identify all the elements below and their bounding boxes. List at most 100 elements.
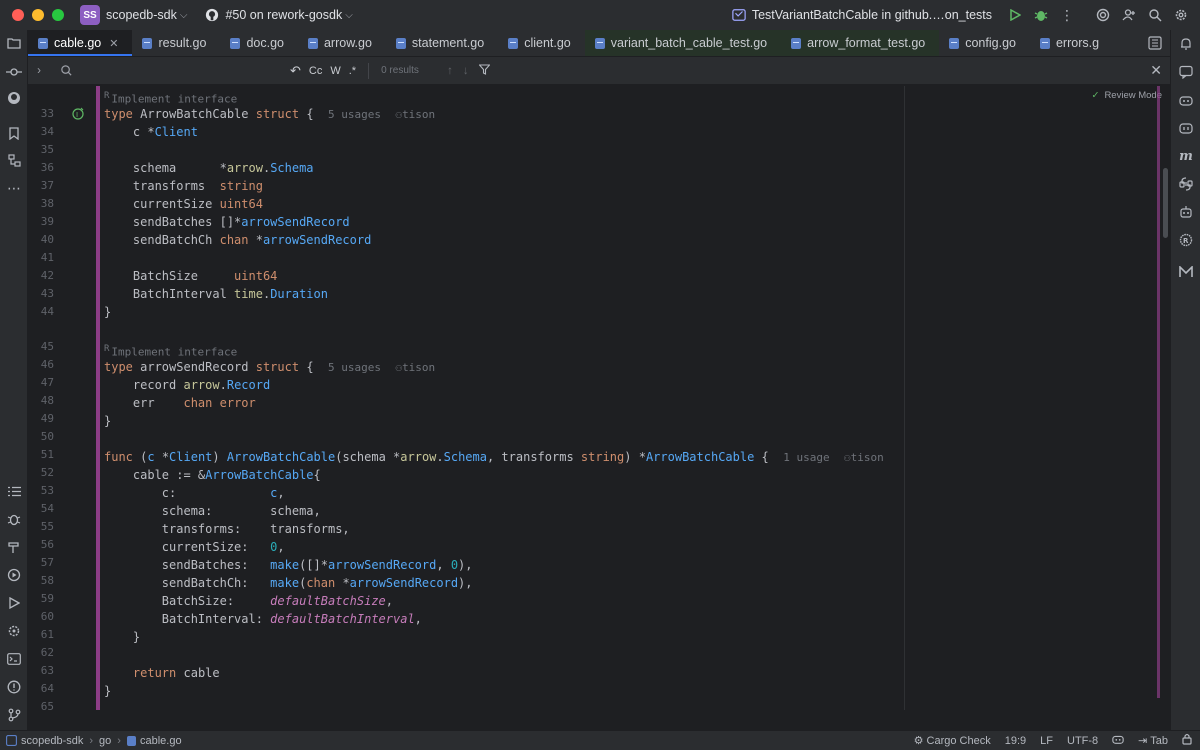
tab-statement-go[interactable]: statement.go bbox=[386, 30, 498, 56]
debug-tool-button[interactable] bbox=[4, 509, 24, 529]
search-everywhere-button[interactable] bbox=[1142, 2, 1168, 28]
commit-tool-button[interactable] bbox=[4, 62, 24, 82]
more-tools-button[interactable]: ⋯ bbox=[4, 178, 24, 198]
settings-button[interactable] bbox=[1168, 2, 1194, 28]
code-editor[interactable]: 33 34 35 36 37 38 39 40 41 42 43 44 45 46 47 48 49 50 51 52… bbox=[28, 86, 1170, 710]
author-hint[interactable]: ⚇tison bbox=[844, 451, 884, 464]
ai-chat-button[interactable] bbox=[1176, 62, 1196, 82]
markdown-button[interactable] bbox=[1176, 262, 1196, 282]
services-tool-button[interactable] bbox=[4, 565, 24, 585]
line-number: 42 bbox=[40, 269, 54, 282]
line-number: 60 bbox=[40, 610, 54, 623]
usages-hint[interactable]: 5 usages bbox=[328, 108, 381, 121]
close-tab-icon[interactable]: ✕ bbox=[109, 37, 118, 50]
maximize-window-button[interactable] bbox=[52, 9, 64, 21]
todo-tool-button[interactable] bbox=[4, 481, 24, 501]
project-tool-button[interactable] bbox=[4, 33, 24, 53]
code-line: c *Client bbox=[104, 125, 198, 139]
indent-widget[interactable]: ⇥ Tab bbox=[1138, 734, 1168, 747]
tab-config-go[interactable]: config.go bbox=[939, 30, 1030, 56]
lock-status-button[interactable] bbox=[1182, 733, 1192, 748]
implementations-gutter-icon[interactable]: I bbox=[72, 107, 85, 120]
find-input[interactable] bbox=[77, 63, 247, 78]
file-encoding[interactable]: UTF-8 bbox=[1067, 735, 1098, 747]
tab-arrow-go[interactable]: arrow.go bbox=[298, 30, 386, 56]
run-tool-button[interactable] bbox=[4, 593, 24, 613]
pull-requests-tool-button[interactable] bbox=[4, 88, 24, 108]
reset-find-button[interactable]: ↶ bbox=[290, 63, 301, 79]
code-line: transforms: transforms, bbox=[104, 522, 350, 536]
next-occurrence-button[interactable]: ↓ bbox=[463, 65, 469, 77]
filter-button[interactable] bbox=[477, 63, 491, 78]
project-badge: SS bbox=[80, 5, 100, 25]
bookmarks-tool-button[interactable] bbox=[4, 123, 24, 143]
line-number: 36 bbox=[40, 161, 54, 174]
line-number: 63 bbox=[40, 664, 54, 677]
whole-word-toggle[interactable]: W bbox=[330, 65, 340, 77]
implement-interface-hint[interactable]: R Implement interface bbox=[104, 87, 237, 106]
problems-tool-button[interactable] bbox=[4, 677, 24, 697]
copilot-chat-button[interactable] bbox=[1176, 118, 1196, 138]
add-user-button[interactable] bbox=[1116, 2, 1142, 28]
copilot-button[interactable] bbox=[1176, 90, 1196, 110]
terminal-tool-button[interactable] bbox=[4, 649, 24, 669]
breadcrumb-dir[interactable]: go bbox=[99, 735, 111, 747]
run-button[interactable] bbox=[1002, 2, 1028, 28]
tab-result-go[interactable]: result.go bbox=[132, 30, 220, 56]
match-case-toggle[interactable]: Cc bbox=[309, 65, 322, 77]
code-line: return cable bbox=[132, 666, 220, 680]
code-line: currentSize: 0, bbox=[104, 540, 285, 554]
author-hint[interactable]: ⚇tison bbox=[395, 361, 435, 374]
tab-errors-g[interactable]: errors.g bbox=[1030, 30, 1113, 56]
spiral-icon bbox=[1096, 8, 1110, 22]
problems-icon bbox=[7, 680, 21, 694]
right-margin-guide bbox=[904, 86, 905, 710]
line-number: 37 bbox=[40, 179, 54, 192]
review-mode-toggle[interactable]: ✓ Review Mode bbox=[1091, 90, 1162, 101]
implement-interface-hint[interactable]: R Implement interface bbox=[104, 340, 237, 359]
tab-label: client.go bbox=[524, 36, 571, 50]
git-tool-button[interactable] bbox=[4, 705, 24, 725]
rust-button[interactable]: R bbox=[1176, 230, 1196, 250]
tab-menu-button[interactable] bbox=[1140, 30, 1170, 57]
line-separator[interactable]: LF bbox=[1040, 735, 1053, 747]
line-number: 43 bbox=[40, 287, 54, 300]
plugins-tool-button[interactable] bbox=[4, 621, 24, 641]
tab-cable-go[interactable]: cable.go ✕ bbox=[28, 30, 133, 56]
regex-toggle[interactable]: .* bbox=[349, 65, 356, 77]
tab-doc-go[interactable]: doc.go bbox=[220, 30, 298, 56]
copilot-status-button[interactable] bbox=[1112, 733, 1124, 748]
build-tool-button[interactable] bbox=[4, 537, 24, 557]
debug-button[interactable] bbox=[1028, 2, 1054, 28]
python-console-button[interactable] bbox=[1176, 174, 1196, 194]
tab-arrow-format-test-go[interactable]: arrow_format_test.go bbox=[781, 30, 940, 56]
project-selector[interactable]: SS scopedb-sdk ⌵ bbox=[80, 5, 187, 25]
vertical-scrollbar[interactable] bbox=[1163, 168, 1168, 238]
tab-client-go[interactable]: client.go bbox=[498, 30, 585, 56]
go-file-icon bbox=[1039, 37, 1050, 49]
notifications-button[interactable] bbox=[1176, 34, 1196, 54]
assistant-button[interactable] bbox=[1176, 202, 1196, 222]
status-bar: scopedb-sdk › go › cable.go ⚙ Cargo Chec… bbox=[0, 730, 1200, 750]
author-hint[interactable]: ⚇tison bbox=[395, 108, 435, 121]
ai-assistant-button[interactable] bbox=[1090, 2, 1116, 28]
close-window-button[interactable] bbox=[12, 9, 24, 21]
structure-tool-button[interactable] bbox=[4, 150, 24, 170]
close-find-button[interactable]: ✕ bbox=[1150, 62, 1162, 79]
minimize-window-button[interactable] bbox=[32, 9, 44, 21]
breadcrumb-project[interactable]: scopedb-sdk bbox=[21, 735, 83, 747]
line-number: 52 bbox=[40, 466, 54, 479]
expand-replace-button[interactable]: › bbox=[28, 65, 50, 77]
cargo-check-widget[interactable]: ⚙ Cargo Check bbox=[914, 734, 991, 747]
breadcrumb-file[interactable]: cable.go bbox=[140, 735, 182, 747]
more-actions-button[interactable]: ⋮ bbox=[1054, 2, 1080, 28]
caret-position[interactable]: 19:9 bbox=[1005, 735, 1026, 747]
previous-occurrence-button[interactable]: ↑ bbox=[447, 65, 453, 77]
tab-variant-batch-cable-test-go[interactable]: variant_batch_cable_test.go bbox=[584, 30, 782, 56]
run-config-selector[interactable]: TestVariantBatchCable in github.…on_test… bbox=[732, 8, 992, 22]
usages-hint[interactable]: 5 usages bbox=[328, 361, 381, 374]
usages-hint[interactable]: 1 usage bbox=[783, 451, 829, 464]
maven-button[interactable]: m bbox=[1176, 146, 1196, 166]
markdown-m-icon bbox=[1179, 266, 1193, 277]
vcs-branch-selector[interactable]: #50 on rework-gosdk ⌵ bbox=[205, 8, 353, 22]
